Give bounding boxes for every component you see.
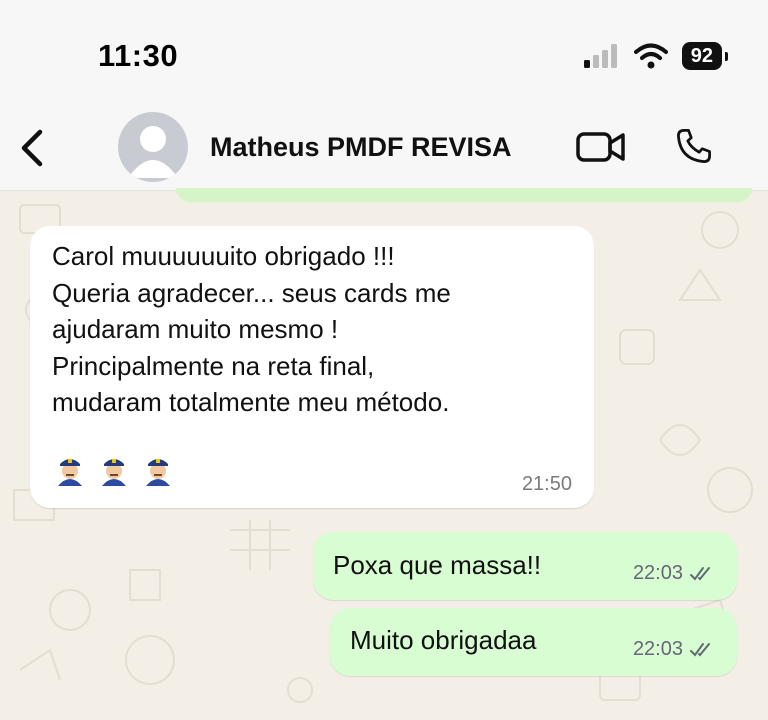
phone-icon[interactable] xyxy=(672,124,716,168)
police-officer-emoji-icon xyxy=(146,459,170,486)
message-meta: 22:03 xyxy=(633,562,717,585)
contact-name[interactable]: Matheus PMDF REVISA xyxy=(210,132,512,163)
message-line: Queria agradecer... seus cards me xyxy=(52,277,451,308)
person-placeholder-icon xyxy=(128,126,178,178)
chat-header: Matheus PMDF REVISA xyxy=(0,100,768,191)
double-check-icon xyxy=(690,642,710,657)
incoming-message[interactable]: Carol muuuuuuito obrigado !!! Queria agr… xyxy=(30,226,594,508)
message-time: 22:03 xyxy=(632,638,683,660)
cellular-signal-icon xyxy=(583,44,617,68)
previous-message-edge xyxy=(176,188,752,202)
police-officer-emoji-icon xyxy=(102,459,126,486)
double-check-icon xyxy=(690,566,710,581)
outgoing-message[interactable]: Poxa que massa!! 22:03 xyxy=(313,532,737,600)
battery-indicator: 92 xyxy=(681,42,729,70)
message-line: ajudaram muito mesmo ! xyxy=(52,314,339,344)
status-bar: 11:30 92 xyxy=(0,0,768,100)
message-text: Muito obrigadaa xyxy=(350,625,537,655)
message-time: 22:03 xyxy=(632,562,683,584)
message-meta: 22:03 xyxy=(633,638,717,661)
message-line: Principalmente na reta final, xyxy=(52,350,375,381)
message-text: Carol muuuuuuito obrigado !!! Queria agr… xyxy=(52,238,451,421)
outgoing-message[interactable]: Muito obrigadaa 22:03 xyxy=(330,608,737,676)
avatar[interactable] xyxy=(118,112,188,182)
status-icons: 92 xyxy=(583,42,729,70)
police-officer-emoji-row xyxy=(52,452,176,488)
police-officer-emoji-icon xyxy=(58,459,82,486)
message-line: Carol muuuuuuito obrigado !!! xyxy=(52,241,395,271)
message-line: mudaram totalmente meu método. xyxy=(52,387,450,417)
message-time: 21:50 xyxy=(521,473,572,495)
chevron-left-icon[interactable] xyxy=(18,128,44,168)
wifi-icon xyxy=(633,43,668,69)
message-text: Poxa que massa!! xyxy=(333,550,542,580)
clock: 11:30 xyxy=(98,38,179,73)
video-camera-icon[interactable] xyxy=(576,130,626,164)
